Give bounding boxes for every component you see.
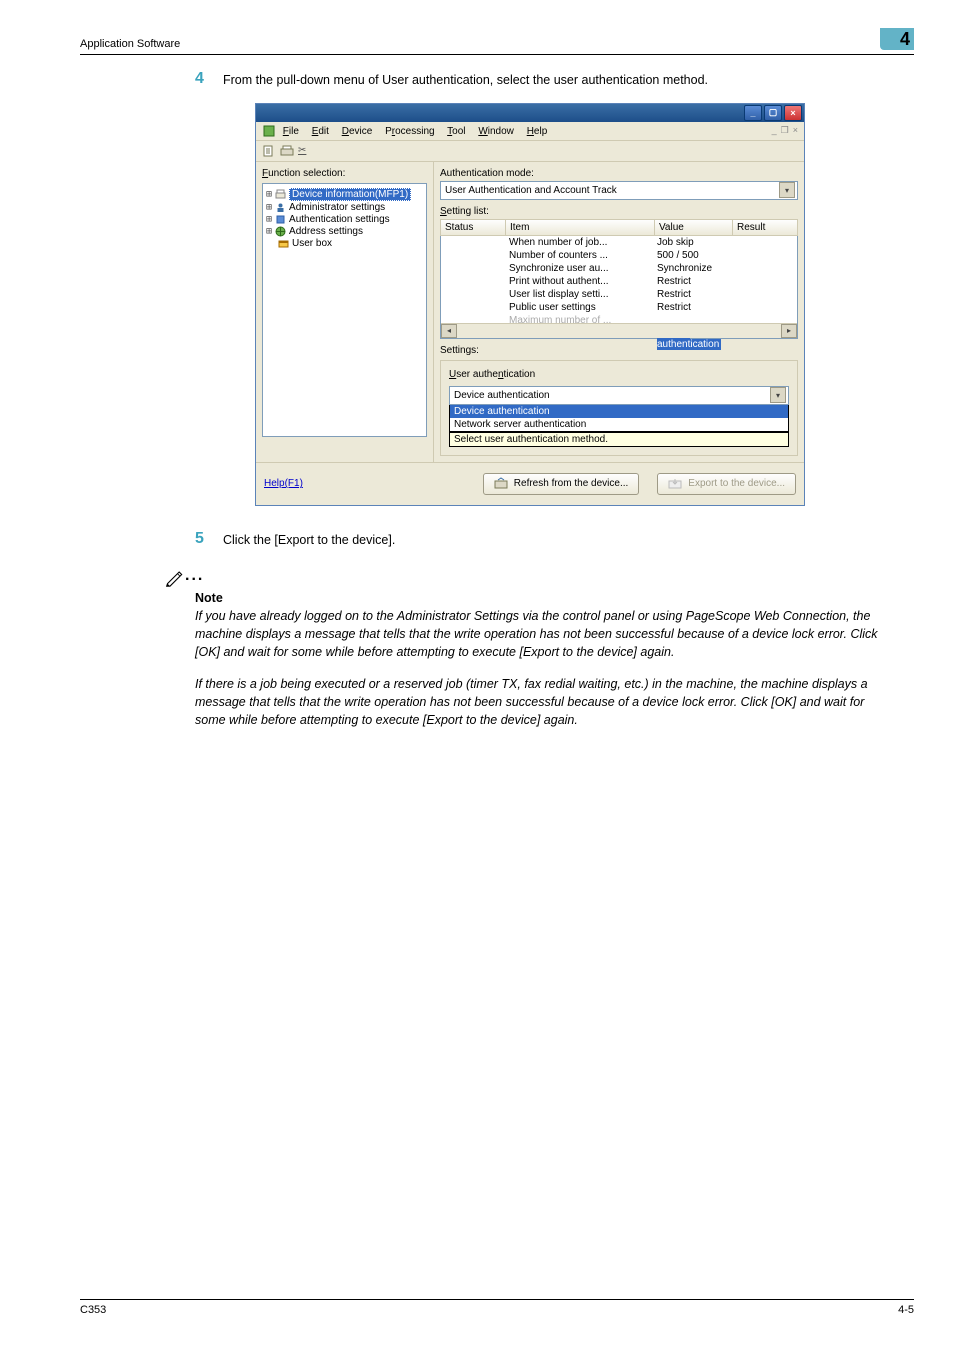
- help-link[interactable]: Help(F1): [264, 478, 303, 489]
- tree-auth-settings[interactable]: Authentication settings: [289, 214, 390, 225]
- toolbar: ✂: [256, 141, 804, 162]
- auth-icon: [275, 214, 286, 225]
- device-icon: [275, 189, 286, 200]
- refresh-icon: [494, 477, 508, 491]
- user-auth-dropdown-list[interactable]: Device authentication Network server aut…: [449, 405, 789, 432]
- step-4-number: 4: [195, 70, 223, 88]
- mdi-min-icon[interactable]: _: [772, 125, 777, 136]
- list-row[interactable]: Print without authent...Restrict: [441, 275, 797, 288]
- auth-mode-label: Authentication mode:: [440, 168, 798, 179]
- menu-edit[interactable]: EditEdit: [312, 126, 329, 137]
- col-value[interactable]: Value: [655, 220, 733, 235]
- list-row[interactable]: Public user settingsRestrict: [441, 301, 797, 314]
- mdi-restore-icon[interactable]: ❐: [781, 125, 789, 136]
- refresh-button[interactable]: Refresh from the device...: [483, 473, 640, 495]
- userbox-icon: [278, 238, 289, 249]
- list-row[interactable]: When number of job...Job skip: [441, 236, 797, 249]
- menu-file[interactable]: FFileile: [283, 126, 299, 137]
- export-button: Export to the device...: [657, 473, 796, 495]
- footer-page-number: 4-5: [898, 1304, 914, 1316]
- col-item[interactable]: Item: [506, 220, 655, 235]
- window-minimize-button[interactable]: _: [744, 105, 762, 121]
- auth-mode-combo[interactable]: User Authentication and Account Track ▾: [440, 181, 798, 200]
- toolbar-cut-icon[interactable]: ✂: [298, 145, 306, 156]
- tree-user-box[interactable]: User box: [292, 238, 332, 249]
- note-pencil-icon: [165, 567, 185, 587]
- footer-model: C353: [80, 1304, 106, 1316]
- menu-window[interactable]: WindowWindow: [478, 126, 514, 137]
- section-badge: 4: [880, 28, 914, 50]
- mdi-close-icon[interactable]: ×: [793, 125, 798, 136]
- setting-list-label: Setting list:Setting list:: [440, 206, 798, 217]
- scroll-right-icon[interactable]: ▸: [781, 324, 797, 338]
- note-dots-icon: ...: [185, 567, 204, 587]
- tree-address-settings[interactable]: Address settings: [289, 226, 363, 237]
- window-close-button[interactable]: ×: [784, 105, 802, 121]
- col-status[interactable]: Status: [441, 220, 506, 235]
- mdi-buttons: _ ❐ ×: [772, 125, 798, 136]
- note-heading: Note: [195, 591, 894, 605]
- address-icon: [275, 226, 286, 237]
- menu-help[interactable]: HelpHelp: [527, 126, 548, 137]
- dropdown-option[interactable]: Device authentication: [450, 405, 788, 418]
- menu-tool[interactable]: ToolTool: [447, 126, 465, 137]
- auth-mode-value: User Authentication and Account Track: [445, 185, 617, 196]
- note-paragraph-1: If you have already logged on to the Adm…: [195, 607, 894, 661]
- header-title: Application Software: [80, 38, 180, 50]
- list-row[interactable]: Number of counters ...500 / 500: [441, 249, 797, 262]
- horizontal-scrollbar[interactable]: ◂ ▸: [441, 323, 797, 338]
- toolbar-new-icon[interactable]: [262, 144, 276, 158]
- col-result[interactable]: Result: [733, 220, 797, 235]
- toolbar-device-icon[interactable]: [280, 144, 294, 158]
- note-paragraph-2: If there is a job being executed or a re…: [195, 675, 894, 729]
- menu-bar: FFileile EditEdit DeviceDevice Processin…: [262, 124, 557, 138]
- menu-processing[interactable]: ProcessingProcessing: [385, 126, 434, 137]
- chevron-down-icon[interactable]: ▾: [779, 182, 795, 198]
- settings-group: User authenticationUser authentication D…: [440, 360, 798, 456]
- user-auth-combo-value: Device authentication: [454, 390, 550, 401]
- menu-device[interactable]: DeviceDevice: [342, 126, 373, 137]
- function-selection-label: Function selection:Function selection:: [262, 168, 427, 179]
- step-5-number: 5: [195, 530, 223, 548]
- tree-admin-settings[interactable]: Administrator settings: [289, 202, 385, 213]
- chevron-down-icon[interactable]: ▾: [770, 387, 786, 403]
- admin-icon: [275, 202, 286, 213]
- list-row[interactable]: Synchronize user au...Synchronize: [441, 262, 797, 275]
- tree-device-info[interactable]: Device information(MFP1): [289, 188, 411, 201]
- window-titlebar: _ ▢ ×: [256, 104, 804, 122]
- tooltip-hint: Select user authentication method.: [449, 432, 789, 447]
- function-tree[interactable]: ⊞ Device information(MFP1) ⊞ Administrat…: [262, 183, 427, 437]
- settings-group-label: User authenticationUser authentication: [449, 369, 789, 380]
- dropdown-option[interactable]: Network server authentication: [450, 418, 788, 431]
- scroll-left-icon[interactable]: ◂: [441, 324, 457, 338]
- window-maximize-button[interactable]: ▢: [764, 105, 782, 121]
- user-auth-combo[interactable]: Device authentication ▾: [449, 386, 789, 405]
- export-icon: [668, 477, 682, 491]
- app-icon: [262, 124, 276, 138]
- setting-list: Status Item Value Result When number of …: [440, 219, 798, 339]
- list-row[interactable]: User list display setti...Restrict: [441, 288, 797, 301]
- simulated-screenshot: _ ▢ × FFileile EditEdit DeviceDevice Pro…: [255, 103, 805, 506]
- step-5-text: Click the [Export to the device].: [223, 530, 395, 549]
- step-4-text: From the pull-down menu of User authenti…: [223, 70, 708, 89]
